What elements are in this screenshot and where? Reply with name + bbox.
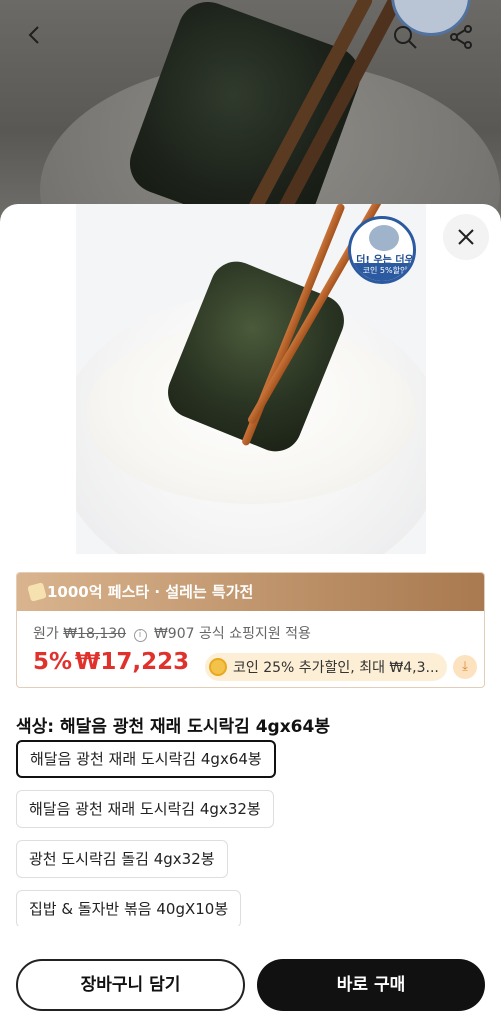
option-item[interactable]: 해달음 광천 재래 도시락김 4gx64봉 <box>16 740 276 778</box>
bottom-action-bar: 장바구니 담기 바로 구매 <box>0 926 501 1024</box>
original-price: ₩18,130 <box>63 626 127 642</box>
brand-badge: 더! 우는 더우 코인 5%할인 <box>348 216 416 284</box>
shopping-support-text: ₩907 공식 쇼핑지원 적용 <box>153 626 311 642</box>
coin-coupon[interactable]: 코인 25% 추가할인, 최대 ₩4,3... <box>205 653 447 681</box>
option-item[interactable]: 광천 도시락김 돌김 4gx32봉 <box>16 840 228 878</box>
product-image: 더! 우는 더우 코인 5%할인 <box>76 204 426 554</box>
buy-now-button[interactable]: 바로 구매 <box>257 959 485 1011</box>
promo-tag-icon <box>27 582 47 602</box>
option-bottom-sheet: 더! 우는 더우 코인 5%할인 1000억 페스타 · 설레는 특가전 원가 … <box>0 204 501 1024</box>
badge-discount-label: 코인 5%할인 <box>351 263 413 281</box>
promo-banner: 1000억 페스타 · 설레는 특가전 <box>17 573 484 611</box>
character-icon <box>369 225 399 251</box>
add-to-cart-button[interactable]: 장바구니 담기 <box>16 959 245 1011</box>
coupon-text: 코인 25% 추가할인, 최대 ₩4,3... <box>233 660 439 676</box>
discount-rate: 5% <box>33 649 73 675</box>
option-item[interactable]: 집밥 & 돌자반 볶음 40gX10봉 <box>16 890 242 928</box>
info-icon[interactable]: i <box>133 629 147 642</box>
share-icon[interactable] <box>448 24 474 50</box>
original-price-row: 원가 ₩18,130 i ₩907 공식 쇼핑지원 적용 <box>33 623 311 643</box>
original-price-label: 원가 <box>33 626 59 642</box>
option-title: 색상: 해달음 광천 재래 도시락김 4gx64봉 <box>16 717 330 737</box>
option-item[interactable]: 해달음 광천 재래 도시락김 4gx32봉 <box>16 790 274 828</box>
close-button[interactable] <box>443 214 489 260</box>
search-icon[interactable] <box>392 24 418 50</box>
coin-icon <box>209 658 227 676</box>
chevron-left-icon[interactable] <box>24 24 46 46</box>
close-icon <box>458 229 474 245</box>
promo-label: 1000억 페스타 · 설레는 특가전 <box>47 583 254 601</box>
price-card: 1000억 페스타 · 설레는 특가전 원가 ₩18,130 i ₩907 공식… <box>16 572 485 688</box>
download-icon[interactable]: ⤓ <box>453 655 477 679</box>
sale-price: ₩17,223 <box>75 649 190 675</box>
